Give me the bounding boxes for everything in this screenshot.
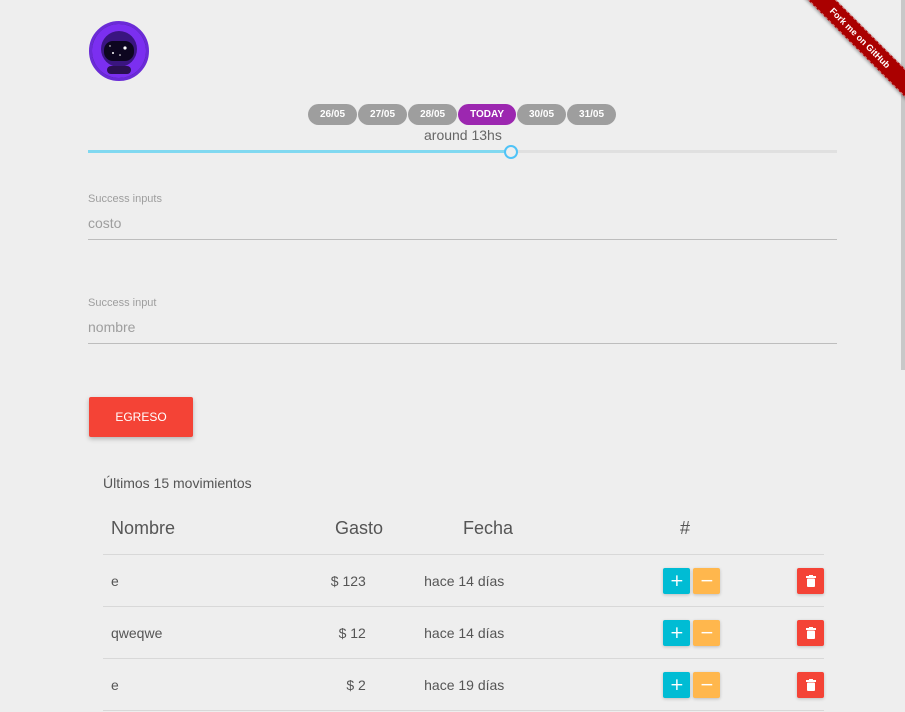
row-fecha: hace 19 días <box>424 676 505 693</box>
nombre-input[interactable] <box>88 309 837 344</box>
nombre-label: Success input <box>88 297 157 309</box>
github-ribbon-label[interactable]: Fork me on GitHub <box>792 0 905 106</box>
row-actions: + − <box>649 619 735 646</box>
costo-label: Success inputs <box>88 193 162 205</box>
row-gasto: $ 123 <box>330 572 366 589</box>
time-slider-track[interactable] <box>88 150 837 153</box>
table-row: qweqwe $ 12 hace 14 días + − <box>103 607 825 659</box>
trash-icon[interactable] <box>797 567 825 594</box>
row-nombre: e <box>111 676 119 693</box>
time-slider-thumb[interactable] <box>504 145 519 159</box>
row-actions: + − <box>649 567 735 594</box>
row-fecha: hace 14 días <box>424 624 505 641</box>
costo-input[interactable] <box>88 205 837 240</box>
date-chip[interactable]: 28/05 <box>408 104 458 125</box>
date-chip[interactable]: 26/05 <box>308 104 358 125</box>
minus-icon[interactable]: − <box>693 567 721 594</box>
egreso-button[interactable]: EGRESO <box>89 397 193 437</box>
row-fecha: hace 14 días <box>424 572 505 589</box>
nombre-field: Success input <box>88 297 837 344</box>
plus-icon[interactable]: + <box>663 567 691 594</box>
trash-icon[interactable] <box>797 619 825 646</box>
costo-field: Success inputs <box>88 193 837 240</box>
date-chip[interactable]: 30/05 <box>517 104 567 125</box>
plus-icon[interactable]: + <box>663 619 691 646</box>
header-gasto: Gasto <box>334 518 383 538</box>
header-hash: # <box>679 518 690 538</box>
row-gasto: $ 12 <box>338 624 366 641</box>
time-slider-fill <box>88 150 512 153</box>
time-label: around 13hs <box>424 127 502 143</box>
table-row: e $ 2 hace 19 días + − <box>103 659 825 711</box>
github-ribbon[interactable]: Fork me on GitHub <box>785 0 905 120</box>
date-chip[interactable]: 27/05 <box>358 104 408 125</box>
row-nombre: qweqwe <box>111 624 163 641</box>
logo-avatar <box>89 21 149 81</box>
minus-icon[interactable]: − <box>693 671 721 698</box>
date-selector: 26/05 27/05 28/05 TODAY 30/05 31/05 <box>308 104 617 125</box>
row-actions: + − <box>649 671 735 698</box>
trash-icon[interactable] <box>797 671 825 698</box>
date-chip[interactable]: 31/05 <box>567 104 617 125</box>
table-header: Nombre Gasto Fecha # <box>103 503 824 555</box>
movements-table: Nombre Gasto Fecha # e $ 123 hace 14 día… <box>103 503 825 711</box>
table-row: e $ 123 hace 14 días + − <box>103 555 825 607</box>
astronaut-icon <box>92 24 146 78</box>
movements-title: Últimos 15 movimientos <box>103 475 252 491</box>
date-chip-today[interactable]: TODAY <box>458 104 516 125</box>
row-gasto: $ 2 <box>346 676 366 693</box>
plus-icon[interactable]: + <box>663 671 691 698</box>
header-fecha: Fecha <box>462 518 514 538</box>
header-nombre: Nombre <box>111 518 176 538</box>
row-nombre: e <box>111 572 119 589</box>
minus-icon[interactable]: − <box>693 619 721 646</box>
